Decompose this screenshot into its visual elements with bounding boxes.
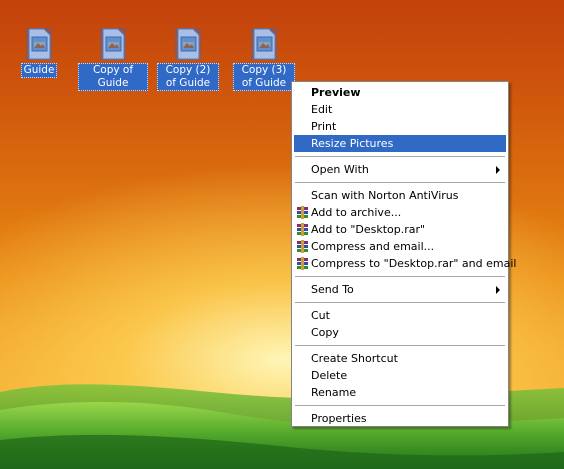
image-file-icon bbox=[175, 28, 201, 60]
menu-item-preview[interactable]: Preview bbox=[294, 84, 506, 101]
menu-item-open-with[interactable]: Open With bbox=[294, 161, 506, 178]
menu-item-label: Open With bbox=[311, 163, 369, 176]
desktop-icon-copy-3-of-guide[interactable]: Copy (3) of Guide bbox=[229, 28, 299, 91]
menu-separator bbox=[295, 345, 505, 346]
menu-item-label: Add to archive... bbox=[311, 206, 402, 219]
image-file-icon bbox=[100, 28, 126, 60]
menu-item-compress-and-email[interactable]: Compress and email... bbox=[294, 238, 506, 255]
menu-item-label: Add to "Desktop.rar" bbox=[311, 223, 426, 236]
desktop-icon-label: Copy (3) of Guide bbox=[233, 63, 295, 91]
desktop-icon-label: Copy of Guide bbox=[78, 63, 148, 91]
winrar-icon bbox=[296, 240, 309, 253]
desktop-icon-label: Copy (2) of Guide bbox=[157, 63, 219, 91]
menu-item-add-to-archive[interactable]: Add to archive... bbox=[294, 204, 506, 221]
desktop-icon-copy-2-of-guide[interactable]: Copy (2) of Guide bbox=[153, 28, 223, 91]
menu-item-send-to[interactable]: Send To bbox=[294, 281, 506, 298]
menu-item-label: Compress and email... bbox=[311, 240, 435, 253]
desktop-icon-copy-of-guide[interactable]: Copy of Guide bbox=[78, 28, 148, 91]
submenu-arrow-icon bbox=[496, 166, 500, 174]
menu-separator bbox=[295, 182, 505, 183]
menu-item-scan-norton[interactable]: Scan with Norton AntiVirus bbox=[294, 187, 506, 204]
image-file-icon bbox=[251, 28, 277, 60]
menu-item-add-to-desktop-rar[interactable]: Add to "Desktop.rar" bbox=[294, 221, 506, 238]
menu-item-create-shortcut[interactable]: Create Shortcut bbox=[294, 350, 506, 367]
menu-item-label: Send To bbox=[311, 283, 354, 296]
menu-separator bbox=[295, 302, 505, 303]
winrar-icon bbox=[296, 257, 309, 270]
menu-separator bbox=[295, 276, 505, 277]
submenu-arrow-icon bbox=[496, 286, 500, 294]
image-file-icon bbox=[26, 28, 52, 60]
menu-item-edit[interactable]: Edit bbox=[294, 101, 506, 118]
menu-item-properties[interactable]: Properties bbox=[294, 410, 506, 427]
winrar-icon bbox=[296, 223, 309, 236]
menu-item-rename[interactable]: Rename bbox=[294, 384, 506, 401]
menu-item-resize-pictures[interactable]: Resize Pictures bbox=[294, 135, 506, 152]
menu-item-compress-to-desktop-rar-email[interactable]: Compress to "Desktop.rar" and email bbox=[294, 255, 516, 272]
desktop-icon-label: Guide bbox=[20, 63, 58, 78]
desktop-icon-guide[interactable]: Guide bbox=[4, 28, 74, 78]
winrar-icon bbox=[296, 206, 309, 219]
menu-separator bbox=[295, 405, 505, 406]
menu-item-delete[interactable]: Delete bbox=[294, 367, 506, 384]
menu-item-label: Compress to "Desktop.rar" and email bbox=[311, 257, 517, 270]
menu-item-cut[interactable]: Cut bbox=[294, 307, 506, 324]
menu-separator bbox=[295, 156, 505, 157]
menu-item-print[interactable]: Print bbox=[294, 118, 506, 135]
context-menu: Preview Edit Print Resize Pictures Open … bbox=[291, 81, 516, 427]
menu-item-copy[interactable]: Copy bbox=[294, 324, 506, 341]
